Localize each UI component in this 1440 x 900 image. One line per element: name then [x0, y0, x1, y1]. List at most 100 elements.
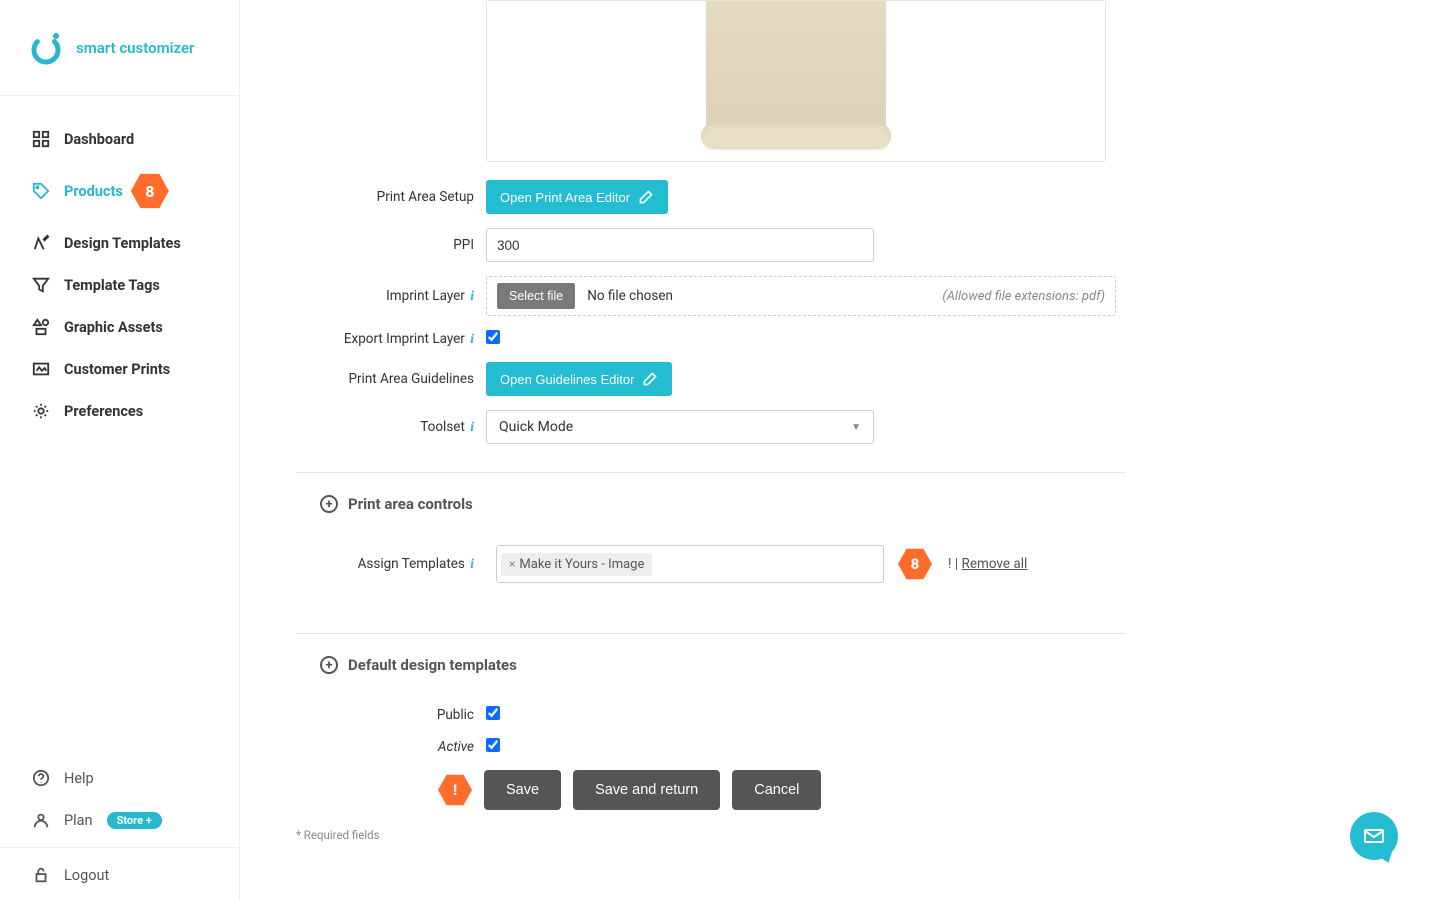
sidebar: smart customizer Dashboard Products 8 De…: [0, 0, 240, 900]
prints-icon: [32, 360, 50, 378]
info-icon[interactable]: i: [470, 419, 474, 434]
export-imprint-checkbox[interactable]: [486, 330, 500, 344]
toolset-select[interactable]: Quick Mode ▼: [486, 410, 874, 444]
open-print-area-editor-button[interactable]: Open Print Area Editor: [486, 180, 668, 214]
sidebar-logout-label: Logout: [64, 867, 109, 884]
assign-templates-input[interactable]: × Make it Yours - Image: [496, 545, 884, 583]
select-file-button[interactable]: Select file: [497, 283, 575, 309]
sidebar-item-label: Preferences: [64, 403, 143, 420]
user-icon: [32, 811, 50, 829]
row-export-imprint: Export Imprint Layer i: [296, 330, 1126, 348]
remove-all-link[interactable]: Remove all: [962, 556, 1028, 572]
sidebar-item-dashboard[interactable]: Dashboard: [0, 118, 239, 160]
sidebar-item-design-templates[interactable]: Design Templates: [0, 222, 239, 264]
label-imprint-layer: Imprint Layer i: [296, 288, 486, 304]
product-image-preview: [486, 0, 1106, 162]
open-guidelines-editor-button[interactable]: Open Guidelines Editor: [486, 362, 672, 396]
design-icon: [32, 234, 50, 252]
sidebar-nav: Dashboard Products 8 Design Templates Te…: [0, 96, 239, 757]
label-print-area-setup: Print Area Setup: [296, 189, 486, 205]
chat-fab[interactable]: [1350, 812, 1398, 860]
info-icon[interactable]: i: [470, 331, 474, 346]
sidebar-help-label: Help: [64, 770, 94, 787]
divider: [0, 847, 239, 848]
edit-icon: [642, 371, 658, 387]
lock-icon: [32, 866, 50, 884]
collapsible-header-default-templates[interactable]: + Default design templates: [296, 634, 1126, 688]
label-active: Active: [296, 739, 486, 755]
file-drop-area[interactable]: Select file No file chosen (Allowed file…: [486, 276, 1116, 316]
sidebar-item-graphic-assets[interactable]: Graphic Assets: [0, 306, 239, 348]
mail-icon: [1362, 824, 1386, 848]
no-file-text: No file chosen: [587, 288, 673, 304]
callout-badge: 8: [898, 547, 932, 581]
plus-circle-icon[interactable]: +: [320, 495, 338, 513]
sidebar-plan-label: Plan: [64, 812, 93, 829]
filter-icon: [32, 276, 50, 294]
sidebar-item-label: Dashboard: [64, 131, 134, 148]
info-icon[interactable]: i: [470, 556, 474, 571]
sidebar-item-label: Products: [64, 183, 123, 200]
file-hint: (Allowed file extensions: pdf): [942, 289, 1105, 304]
tag-icon: [32, 182, 50, 200]
row-imprint-layer: Imprint Layer i Select file No file chos…: [296, 276, 1126, 316]
section-default-design-templates: + Default design templates Public Active…: [296, 634, 1126, 842]
row-toolset: Toolset i Quick Mode ▼: [296, 410, 1126, 444]
callout-badge: !: [438, 773, 472, 807]
sidebar-item-products[interactable]: Products 8: [0, 160, 239, 222]
cancel-button[interactable]: Cancel: [732, 770, 821, 810]
row-active: Active: [296, 738, 1126, 756]
sidebar-item-label: Template Tags: [64, 277, 160, 294]
section-title: Print area controls: [348, 495, 473, 513]
row-guidelines: Print Area Guidelines Open Guidelines Ed…: [296, 362, 1126, 396]
sidebar-item-customer-prints[interactable]: Customer Prints: [0, 348, 239, 390]
required-fields-note: * Required fields: [296, 828, 1126, 842]
ppi-input[interactable]: [486, 228, 874, 262]
label-assign-templates: Assign Templates i: [296, 556, 486, 572]
select-value: Quick Mode: [499, 419, 573, 435]
row-print-area-setup: Print Area Setup Open Print Area Editor: [296, 180, 1126, 214]
chevron-down-icon: ▼: [851, 422, 861, 433]
main-content: Print Area Setup Open Print Area Editor …: [240, 0, 1440, 900]
section-title: Default design templates: [348, 656, 517, 674]
sidebar-item-preferences[interactable]: Preferences: [0, 390, 239, 432]
sidebar-logout[interactable]: Logout: [0, 854, 239, 896]
label-export-imprint: Export Imprint Layer i: [296, 331, 486, 347]
sidebar-item-label: Graphic Assets: [64, 319, 163, 336]
shapes-icon: [32, 318, 50, 336]
brand-logo-icon: [28, 30, 64, 66]
label-guidelines: Print Area Guidelines: [296, 371, 486, 387]
gear-icon: [32, 402, 50, 420]
row-public: Public: [296, 706, 1126, 724]
label-toolset: Toolset i: [296, 419, 486, 435]
button-label: Open Print Area Editor: [500, 190, 630, 205]
assign-templates-row: Assign Templates i × Make it Yours - Ima…: [296, 527, 1126, 609]
plus-circle-icon[interactable]: +: [320, 656, 338, 674]
chip-label: Make it Yours - Image: [519, 557, 644, 572]
dashboard-icon: [32, 130, 50, 148]
chip-remove-icon[interactable]: ×: [509, 557, 515, 571]
info-icon[interactable]: i: [470, 288, 474, 303]
button-label: Open Guidelines Editor: [500, 372, 634, 387]
sidebar-plan[interactable]: Plan Store +: [0, 799, 239, 841]
sidebar-item-template-tags[interactable]: Template Tags: [0, 264, 239, 306]
sidebar-help[interactable]: Help: [0, 757, 239, 799]
print-area-settings-section: Print Area Setup Open Print Area Editor …: [296, 180, 1126, 473]
help-icon: [32, 769, 50, 787]
public-checkbox[interactable]: [486, 706, 500, 720]
row-ppi: PPI: [296, 228, 1126, 262]
save-button[interactable]: Save: [484, 770, 561, 810]
brand-name: smart customizer: [76, 39, 194, 57]
callout-badge: 8: [131, 172, 169, 210]
edit-icon: [638, 189, 654, 205]
active-checkbox[interactable]: [486, 738, 500, 752]
collapsible-header-print-area-controls[interactable]: + Print area controls: [296, 473, 1126, 527]
save-and-return-button[interactable]: Save and return: [573, 770, 720, 810]
template-tag-chip[interactable]: × Make it Yours - Image: [501, 553, 652, 576]
section-print-area-controls: + Print area controls Assign Templates i…: [296, 473, 1126, 634]
action-buttons-row: ! Save Save and return Cancel: [296, 770, 1126, 810]
assign-links: ! | Remove all: [948, 556, 1027, 572]
label-ppi: PPI: [296, 237, 486, 253]
sidebar-footer: Help Plan Store + Logout: [0, 757, 239, 900]
sidebar-item-label: Design Templates: [64, 235, 181, 252]
